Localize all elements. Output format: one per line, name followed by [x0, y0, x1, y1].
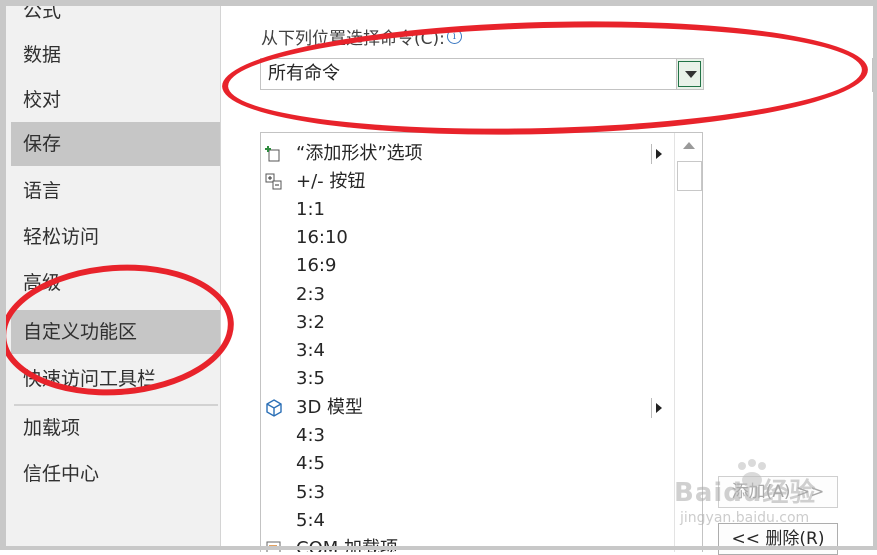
list-item-label: 3:4: [296, 340, 325, 361]
list-item[interactable]: 5:4: [261, 507, 674, 535]
add-shape-icon: [265, 146, 280, 162]
sidebar-item-label: 快速访问工具栏: [23, 368, 157, 390]
list-item-label: COM 加载项: [296, 538, 398, 552]
3d-model-icon: [266, 399, 282, 417]
info-icon[interactable]: i: [446, 29, 462, 44]
remove-button[interactable]: << 删除(R): [718, 523, 838, 555]
list-item-label: +/- 按钮: [296, 171, 366, 192]
sidebar-item-label: 自定义功能区: [23, 321, 138, 343]
list-item[interactable]: 1:1: [261, 196, 674, 224]
add-button[interactable]: 添加(A) >>: [718, 476, 838, 508]
dropdown-selected-value: 所有命令: [268, 63, 340, 84]
list-item-label: 2:3: [296, 284, 325, 305]
sidebar-item-customize-ribbon[interactable]: 自定义功能区: [11, 310, 220, 354]
list-item[interactable]: 5:3: [261, 479, 674, 507]
sidebar-item-label: 语言: [23, 180, 62, 202]
list-item[interactable]: COM 加载项: [261, 535, 674, 552]
list-scrollbar[interactable]: [674, 133, 702, 552]
sidebar-item-label: 信任中心: [23, 463, 100, 485]
sidebar-item-label: 保存: [23, 133, 62, 155]
list-item[interactable]: 16:10: [261, 224, 674, 252]
list-item-label: 3:2: [296, 312, 325, 333]
list-item-label: “添加形状”选项: [296, 143, 423, 164]
sidebar-item-language[interactable]: 语言: [11, 169, 220, 213]
sidebar-item-label: 轻松访问: [23, 226, 100, 248]
list-item-label: 4:5: [296, 453, 325, 474]
list-item[interactable]: 4:3: [261, 422, 674, 450]
list-item[interactable]: 16:9: [261, 252, 674, 280]
list-item-label: 3:5: [296, 368, 325, 389]
list-item-label: 1:1: [296, 199, 325, 220]
list-item[interactable]: 3D 模型: [261, 394, 674, 422]
sidebar-item-quick-access-toolbar[interactable]: 快速访问工具栏: [11, 357, 220, 401]
customize-ribbon-panel: 从下列位置选择命令(C):i 所有命令 “添加形状”选项 +/- 按钮 1:1: [235, 6, 877, 555]
sidebar-item-accessibility[interactable]: 轻松访问: [11, 215, 220, 259]
sidebar-item-add-ins[interactable]: 加载项: [11, 406, 220, 450]
list-item-label: 4:3: [296, 425, 325, 446]
list-item-label: 3D 模型: [296, 397, 364, 418]
submenu-arrow-icon: [651, 398, 662, 418]
options-sidebar: 公式 数据 校对 保存 语言 轻松访问 高级 自定义功能区 快速访问工具栏 加载…: [6, 0, 220, 546]
list-item-label: 5:4: [296, 510, 325, 531]
list-item[interactable]: 3:2: [261, 309, 674, 337]
sidebar-item-label: 数据: [23, 44, 62, 66]
submenu-arrow-icon: [651, 144, 662, 164]
sidebar-item-label: 加载项: [23, 417, 81, 439]
list-item-label: 16:9: [296, 255, 337, 276]
sidebar-item-label: 公式: [23, 0, 62, 22]
sidebar-item-label: 高级: [23, 272, 62, 294]
scroll-up-arrow-icon[interactable]: [675, 133, 702, 159]
list-item-label: 16:10: [296, 227, 348, 248]
choose-commands-dropdown[interactable]: 所有命令: [260, 58, 704, 90]
sidebar-item-data[interactable]: 数据: [11, 33, 220, 77]
sidebar-item-formulas[interactable]: 公式: [11, 0, 220, 33]
sidebar-item-trust-center[interactable]: 信任中心: [11, 452, 220, 496]
list-item[interactable]: 2:3: [261, 281, 674, 309]
choose-commands-text: 从下列位置选择命令(C):: [261, 29, 445, 49]
sidebar-separator: [220, 6, 235, 546]
list-item[interactable]: 3:4: [261, 337, 674, 365]
chevron-down-icon[interactable]: [676, 59, 703, 89]
list-item[interactable]: 4:5: [261, 450, 674, 478]
list-item[interactable]: “添加形状”选项: [261, 140, 674, 168]
com-addin-icon: [266, 541, 281, 552]
list-item-label: 5:3: [296, 482, 325, 503]
expand-collapse-icon: [265, 173, 282, 190]
ribbon-tabs-dropdown-edge[interactable]: [872, 58, 877, 92]
sidebar-item-proofing[interactable]: 校对: [11, 78, 220, 122]
choose-commands-label: 从下列位置选择命令(C): i: [261, 24, 462, 49]
sidebar-item-label: 校对: [23, 89, 62, 111]
list-item[interactable]: +/- 按钮: [261, 168, 674, 196]
commands-list[interactable]: “添加形状”选项 +/- 按钮 1:1 16:10 16:9 2:3 3:2 3…: [260, 132, 703, 552]
scroll-thumb[interactable]: [677, 161, 702, 191]
sidebar-item-advanced[interactable]: 高级: [11, 261, 220, 305]
list-item[interactable]: 3:5: [261, 365, 674, 393]
sidebar-item-save[interactable]: 保存: [11, 122, 220, 166]
